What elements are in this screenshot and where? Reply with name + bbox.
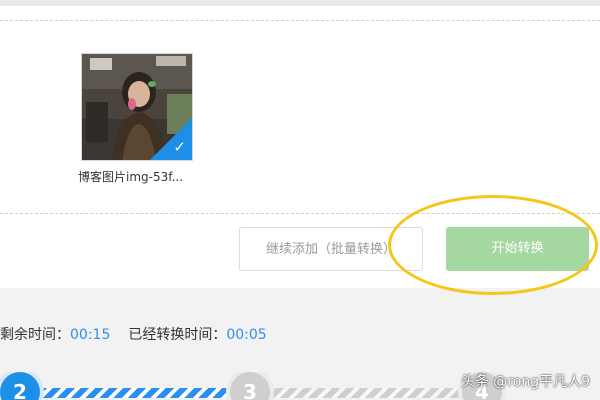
- upload-panel: ✓ 博客图片img-53f... 继续添加（批量转换） 开始转换: [0, 0, 600, 295]
- thumbnail-filename: 博客图片img-53f...: [78, 170, 184, 184]
- top-divider: [0, 0, 600, 6]
- drop-zone-top-border: [0, 20, 600, 21]
- timing-info: 剩余时间：00:15 已经转换时间：00:05: [0, 324, 267, 344]
- step-3-indicator: 3: [230, 372, 270, 400]
- step-2-indicator: 2: [0, 372, 40, 400]
- elapsed-time-label: 已经转换时间：: [128, 327, 227, 343]
- remaining-time-label: 剩余时间：: [0, 327, 70, 343]
- highlight-ellipse: [388, 195, 598, 295]
- progress-bar-complete: [40, 388, 235, 398]
- progress-bar-pending: [272, 388, 472, 398]
- watermark-text: 头条 @rong平凡人9: [460, 374, 590, 390]
- image-thumbnail[interactable]: ✓: [81, 53, 193, 161]
- remaining-time-value: 00:15: [70, 327, 111, 343]
- check-icon: ✓: [173, 138, 186, 156]
- elapsed-time-value: 00:05: [226, 327, 267, 343]
